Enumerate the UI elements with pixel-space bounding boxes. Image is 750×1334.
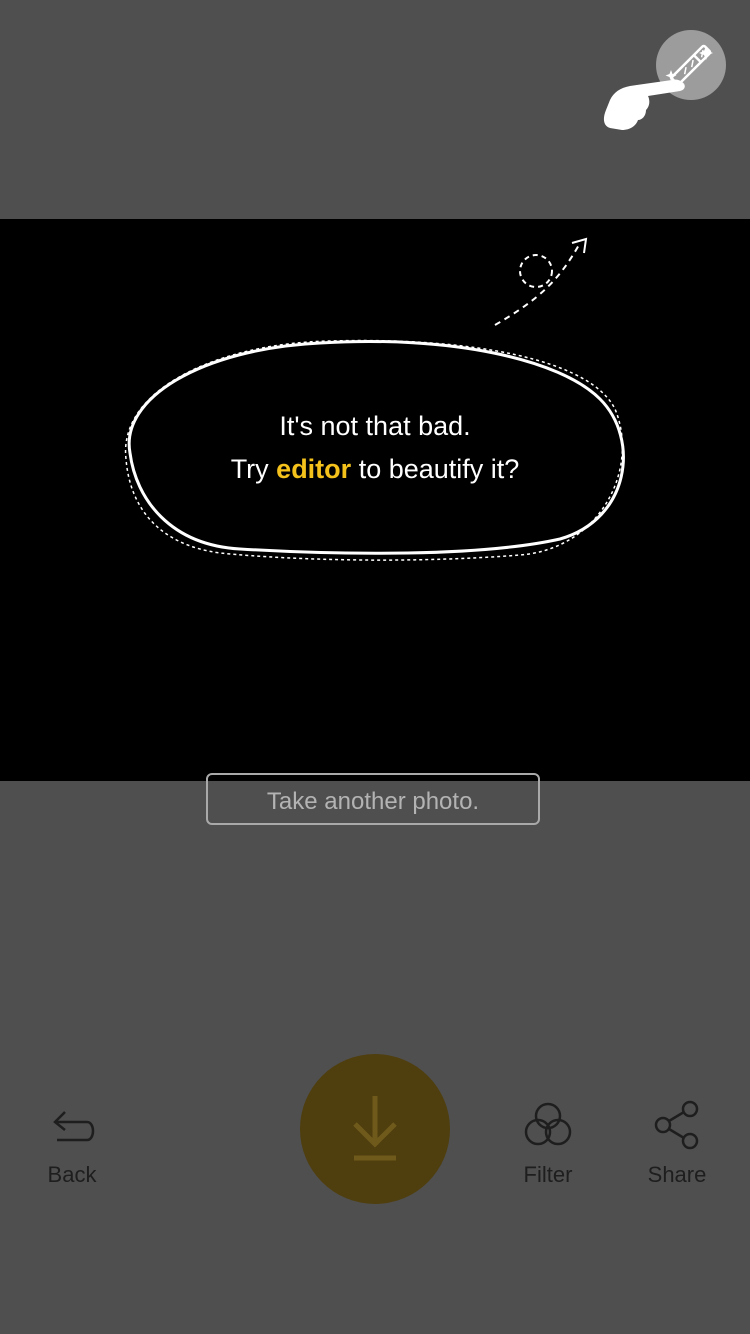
download-icon [353, 1096, 397, 1161]
tooltip-prefix: Try [230, 454, 277, 484]
share-label: Share [647, 1162, 707, 1187]
photo-preview [0, 219, 750, 781]
share-button[interactable]: Share [622, 1100, 732, 1188]
tooltip-line-1: It's not that bad. [279, 411, 471, 441]
editor-tooltip: It's not that bad. Try editor to beautif… [125, 405, 625, 491]
back-label: Back [47, 1162, 97, 1187]
share-icon [654, 1100, 699, 1150]
pointing-hand-icon [603, 79, 685, 130]
take-another-photo-button[interactable]: Take another photo. [206, 773, 540, 825]
tooltip-bubble-decoration [124, 237, 625, 561]
filter-circles-icon [524, 1102, 572, 1146]
filter-label: Filter [523, 1162, 573, 1187]
tooltip-line-2: Try editor to beautify it? [125, 448, 625, 491]
filter-button[interactable]: Filter [493, 1100, 603, 1188]
tooltip-editor-highlight[interactable]: editor [276, 454, 351, 484]
tooltip-suffix: to beautify it? [351, 454, 520, 484]
save-button[interactable] [300, 1054, 450, 1204]
undo-arrow-icon [53, 1111, 95, 1142]
back-button[interactable]: Back [17, 1100, 127, 1188]
